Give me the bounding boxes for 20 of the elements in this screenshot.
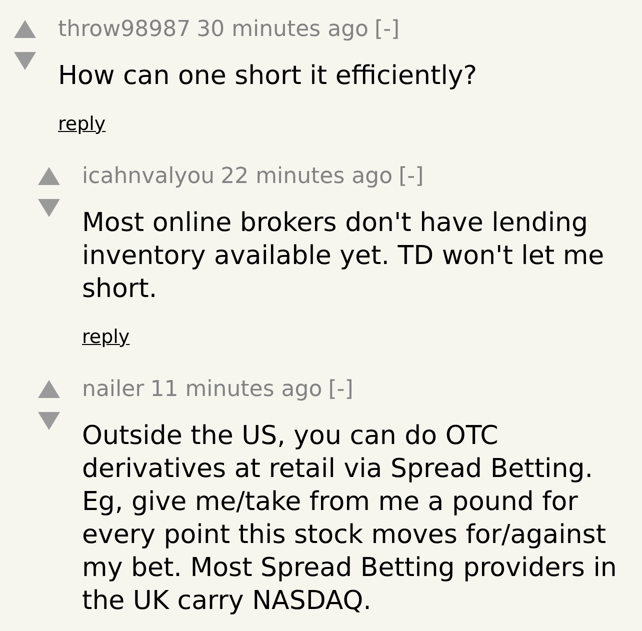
comment-author[interactable]: nailer [82, 376, 144, 404]
reply-link[interactable]: reply [82, 326, 130, 348]
comment-author[interactable]: icahnvalyou [82, 163, 215, 191]
collapse-toggle[interactable]: [-] [398, 163, 424, 191]
comment-age[interactable]: 30 minutes ago [196, 16, 369, 44]
upvote-arrow-icon[interactable] [38, 167, 60, 185]
comment-text: Most online brokers don't have lending inventory available yet. TD won't let me short. [82, 207, 606, 306]
comment-author[interactable]: throw98987 [58, 16, 191, 44]
downvote-arrow-icon[interactable] [14, 52, 36, 70]
comment-age[interactable]: 22 minutes ago [220, 163, 393, 191]
comment-age[interactable]: 11 minutes ago [150, 376, 322, 404]
upvote-arrow-icon[interactable] [14, 20, 36, 38]
reply-link[interactable]: reply [58, 113, 106, 135]
downvote-arrow-icon[interactable] [38, 412, 60, 430]
comment-text: How can one short it efficiently? [58, 60, 478, 93]
upvote-arrow-icon[interactable] [38, 380, 60, 398]
comment-text: Outside the US, you can do OTC derivatives at retail via Spread Betting. Eg, give me/take from me a pound for every point this stock moves for/against my bet. Most Spread Betting providers in the UK carry NASDAQ. [82, 420, 618, 618]
downvote-arrow-icon[interactable] [38, 199, 60, 217]
collapse-toggle[interactable]: [-] [328, 376, 354, 404]
collapse-toggle[interactable]: [-] [374, 16, 400, 44]
